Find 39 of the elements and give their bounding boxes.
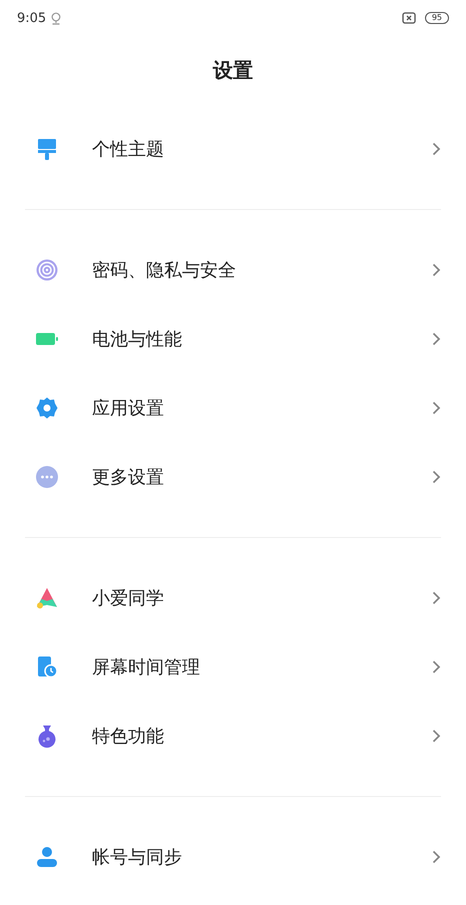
settings-item-label: 帐号与同步 [92,846,183,868]
chevron-right-icon [432,400,441,414]
settings-icon [35,396,59,420]
settings-item[interactable]: 个性主题 [0,114,466,183]
settings-item[interactable]: 特色功能 [0,701,466,770]
settings-item[interactable]: 应用设置 [0,373,466,442]
settings-item[interactable]: 更多设置 [0,442,466,511]
paint-roller-icon [35,136,59,160]
chevron-right-icon [432,142,441,156]
settings-item[interactable]: 屏幕时间管理 [0,632,466,701]
chevron-right-icon [432,728,441,742]
more-icon [35,464,59,488]
chevron-right-icon [432,660,441,674]
chevron-right-icon [432,590,441,604]
settings-item-label: 特色功能 [92,724,165,748]
settings-item[interactable]: 密码、隐私与安全 [0,235,466,304]
settings-item-label: 密码、隐私与安全 [92,258,237,282]
settings-item-label: 屏幕时间管理 [92,656,201,678]
chevron-right-icon [432,262,441,276]
settings-item-label: 个性主题 [92,138,165,160]
person-icon [35,844,59,868]
sim-icon [402,12,416,24]
phone-clock-icon [35,654,59,678]
page-title: 设置 [212,57,254,84]
location-pin-icon [51,12,62,24]
settings-item[interactable]: 小爱同学 [0,563,466,632]
settings-item-label: 电池与性能 [92,328,183,350]
settings-item[interactable]: 电池与性能 [0,304,466,373]
battery-indicator: 95 [424,12,449,24]
settings-item-label: 应用设置 [92,396,165,420]
settings-item[interactable]: 帐号与同步 [0,822,466,891]
status-time: 9:05 [17,10,46,26]
settings-item-label: 小爱同学 [92,586,165,610]
chevron-right-icon [432,470,441,484]
chevron-right-icon [432,332,441,346]
triangle-logo-icon [35,586,59,610]
chevron-right-icon [432,850,441,864]
settings-item-label: 更多设置 [92,466,165,488]
fingerprint-icon [35,258,59,282]
